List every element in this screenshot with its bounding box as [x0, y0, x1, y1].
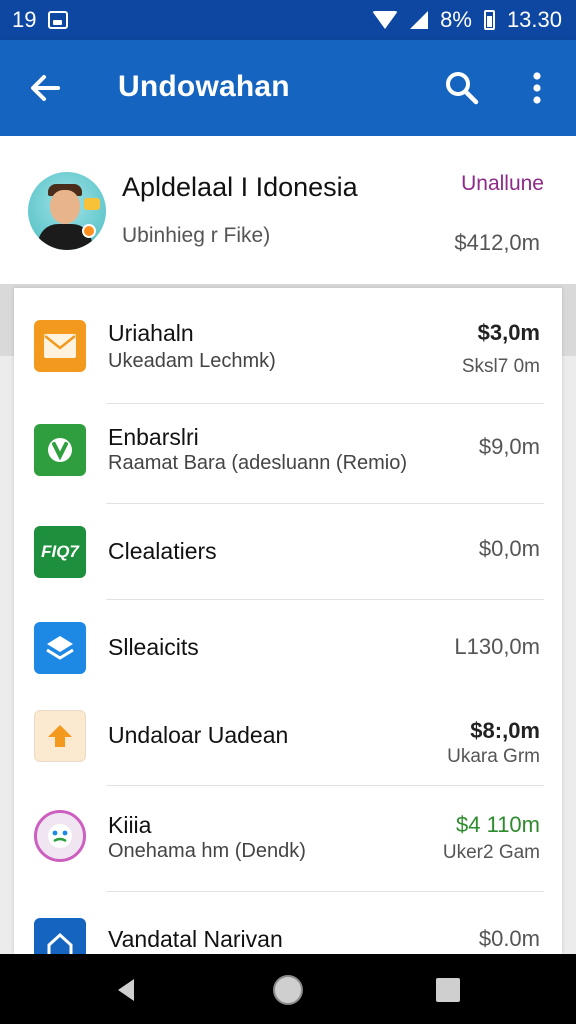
item-title: Uriahaln	[108, 320, 194, 346]
header-status: Unallune	[461, 172, 544, 195]
list-item[interactable]: Undaloar Uadean $8:,0m Ukara Grm	[14, 692, 562, 786]
header-amount: $412,0m	[454, 230, 540, 255]
item-subamount: Uker2 Gam	[442, 842, 540, 863]
avatar[interactable]	[28, 172, 106, 250]
nav-home-button[interactable]	[273, 975, 303, 1005]
system-nav-bar	[0, 954, 576, 1024]
vine-icon	[34, 424, 86, 476]
item-subamount: Sksl7 0m	[461, 356, 540, 377]
text-badge-icon: FIQ7	[34, 526, 86, 578]
item-title: Kiiia	[108, 812, 152, 838]
list-item[interactable]: Kiiia Onehama hm (Dendk) $4 110m Uker2 G…	[14, 786, 562, 892]
signal-icon	[410, 11, 429, 29]
status-left-text: 19	[12, 7, 37, 32]
item-subamount: Ukara Grm	[447, 746, 540, 767]
search-icon	[446, 72, 479, 105]
mail-icon	[34, 320, 86, 372]
header-title: Apldelaal I Idonesia	[122, 172, 358, 202]
back-button[interactable]	[26, 70, 66, 106]
triangle-back-icon	[118, 979, 134, 1001]
photo-notification-icon	[48, 11, 69, 29]
battery-percent: 8%	[440, 7, 472, 32]
search-button[interactable]	[442, 68, 482, 108]
item-amount: $8:,0m	[470, 718, 540, 743]
more-options-button[interactable]	[522, 68, 552, 108]
header-subtitle: Ubinhieg r Fike)	[122, 224, 271, 247]
transaction-list: Uriahaln Ukeadam Lechmk) $3,0m Sksl7 0m …	[14, 288, 562, 954]
home-icon	[34, 918, 86, 954]
more-vert-icon	[533, 72, 541, 104]
item-amount: $4 110m	[456, 812, 540, 837]
item-title: Vandatal Narivan	[108, 926, 283, 952]
list-item[interactable]: FIQ7 Clealatiers $0,0m	[14, 504, 562, 600]
arrow-icon	[34, 710, 86, 762]
item-amount: $0.0m	[478, 926, 540, 951]
item-subtitle: Onehama hm (Dendk)	[108, 840, 306, 862]
item-subtitle: Ukeadam Lechmk)	[108, 350, 276, 372]
list-item[interactable]: Slleaicits L130,0m	[14, 600, 562, 692]
item-title: Clealatiers	[108, 538, 217, 564]
nav-recents-button[interactable]	[436, 978, 460, 1002]
list-item[interactable]: Uriahaln Ukeadam Lechmk) $3,0m Sksl7 0m	[14, 288, 562, 404]
app-bar: Undowahan	[0, 40, 576, 136]
layers-icon	[34, 622, 86, 674]
profile-header: Apldelaal I Idonesia Ubinhieg r Fike) Un…	[0, 136, 576, 284]
nav-back-button[interactable]	[112, 976, 140, 1004]
item-amount: $3,0m	[477, 320, 540, 345]
list-item[interactable]: Enbarslri Raamat Bara (adesluann (Remio)…	[14, 404, 562, 504]
item-subtitle: Raamat Bara (adesluann (Remio)	[108, 452, 408, 474]
face-icon	[34, 810, 86, 862]
item-title: Undaloar Uadean	[108, 722, 289, 748]
item-amount: L130,0m	[454, 634, 540, 659]
page-title: Undowahan	[118, 70, 290, 103]
list-item[interactable]: Vandatal Narivan $0.0m	[14, 892, 562, 954]
item-title: Slleaicits	[108, 634, 199, 660]
arrow-back-icon	[31, 75, 60, 101]
wifi-icon	[372, 11, 399, 29]
item-title: Enbarslri	[108, 424, 199, 450]
status-time: 13.30	[506, 7, 562, 32]
status-bar: 19 8% 13.30	[0, 0, 576, 40]
item-amount: $9,0m	[478, 434, 540, 459]
item-amount: $0,0m	[478, 536, 540, 561]
battery-icon	[483, 10, 495, 30]
